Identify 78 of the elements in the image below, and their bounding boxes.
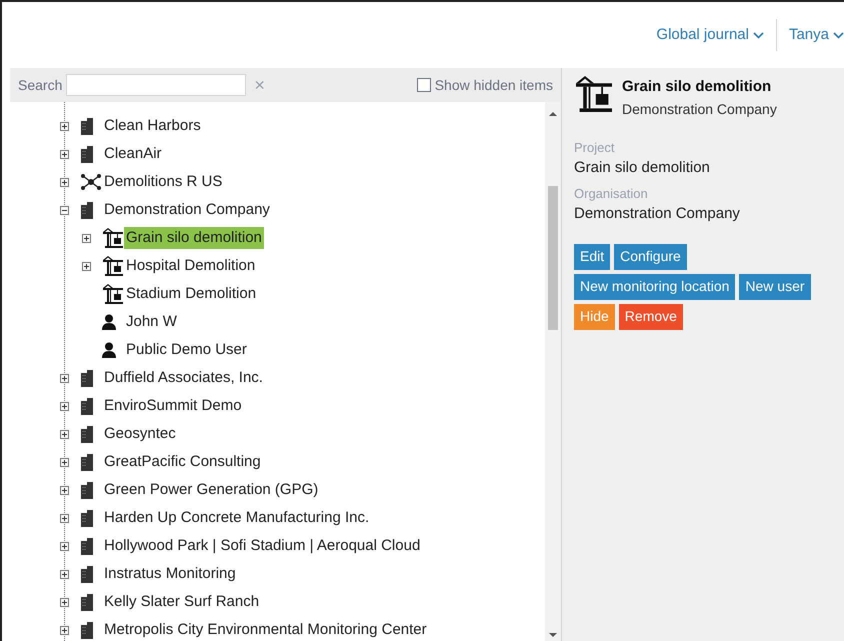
action-button[interactable]: New monitoring location [574, 274, 736, 300]
building-icon [80, 538, 94, 554]
tree-item[interactable]: GreatPacific Consulting [102, 451, 263, 473]
building-icon [80, 202, 94, 218]
tree-item[interactable]: Stadium Demolition [124, 283, 258, 305]
building-icon [80, 594, 94, 610]
building-icon [80, 482, 94, 498]
action-button[interactable]: New user [739, 274, 811, 300]
field-value: Demonstration Company [574, 204, 741, 224]
user-menu[interactable]: Tanya [776, 24, 844, 46]
expand-icon[interactable] [60, 570, 69, 578]
expand-icon[interactable] [82, 262, 91, 270]
crane-icon [102, 284, 124, 304]
user-icon [102, 342, 116, 358]
building-icon [80, 454, 94, 470]
action-button[interactable]: Remove [618, 304, 683, 330]
expand-icon[interactable] [60, 150, 69, 158]
scroll-up-icon[interactable] [549, 112, 557, 116]
collapse-icon[interactable] [60, 206, 69, 214]
scrollbar[interactable] [545, 102, 561, 641]
building-icon [80, 622, 94, 638]
show-hidden-checkbox[interactable] [416, 78, 431, 92]
chevron-down-icon [752, 32, 764, 38]
field-label: Project [574, 138, 616, 157]
tree-item[interactable]: Metropolis City Environmental Monitoring Center [102, 619, 429, 641]
chevron-down-icon [833, 32, 844, 38]
tree-item[interactable]: Geosyntec [102, 423, 178, 445]
tree-item[interactable]: Hospital Demolition [124, 255, 258, 277]
field-value: Grain silo demolition [574, 158, 711, 178]
crane-icon [574, 76, 614, 112]
expand-icon[interactable] [60, 598, 69, 606]
tree-item[interactable]: Grain silo demolition [124, 227, 264, 249]
tree-item[interactable]: Clean Harbors [102, 115, 203, 137]
expand-icon[interactable] [60, 374, 69, 382]
tree-item[interactable]: John W [124, 311, 179, 333]
expand-icon[interactable] [60, 486, 69, 494]
action-button[interactable]: Configure [614, 244, 687, 270]
building-icon [80, 510, 94, 526]
expand-icon[interactable] [60, 542, 69, 550]
crane-icon [102, 256, 124, 276]
building-icon [80, 370, 94, 386]
expand-icon[interactable] [60, 458, 69, 466]
tree-item[interactable]: Public Demo User [124, 339, 249, 361]
building-icon [80, 398, 94, 414]
show-hidden-label: Show hidden items [434, 76, 553, 94]
search-label: Search [18, 76, 62, 94]
building-icon [80, 146, 94, 162]
building-icon [80, 566, 94, 582]
user-icon [102, 314, 116, 330]
expand-icon[interactable] [60, 402, 69, 410]
tree-item[interactable]: Demolitions R US [102, 171, 224, 193]
expand-icon[interactable] [60, 430, 69, 438]
scrollbar-thumb[interactable] [548, 186, 558, 330]
network-icon [80, 174, 102, 190]
tree-item[interactable]: Hollywood Park | Sofi Stadium | Aeroqual Cloud [102, 535, 422, 557]
tree-item[interactable]: EnviroSummit Demo [102, 395, 244, 417]
tree-item[interactable]: CleanAir [102, 143, 164, 165]
tree-item[interactable]: Instratus Monitoring [102, 563, 238, 585]
scroll-down-icon[interactable] [549, 633, 557, 637]
expand-icon[interactable] [82, 234, 91, 242]
expand-icon[interactable] [60, 626, 69, 634]
action-button[interactable]: Edit [574, 244, 610, 270]
expand-icon[interactable] [60, 178, 69, 186]
details-title: Grain silo demolition [622, 77, 772, 97]
field-label: Organisation [574, 184, 649, 203]
building-icon [80, 118, 94, 134]
tree-item[interactable]: Harden Up Concrete Manufacturing Inc. [102, 507, 372, 529]
tree-item[interactable]: Demonstration Company [102, 199, 272, 221]
expand-icon[interactable] [60, 514, 69, 522]
tree-item[interactable]: Duffield Associates, Inc. [102, 367, 265, 389]
tree-item[interactable]: Green Power Generation (GPG) [102, 479, 320, 501]
crane-icon [102, 228, 124, 248]
details-subtitle: Demonstration Company [622, 100, 777, 119]
tree-item[interactable]: Kelly Slater Surf Ranch [102, 591, 262, 613]
building-icon [80, 426, 94, 442]
expand-icon[interactable] [60, 122, 69, 130]
journal-menu[interactable]: Global journal [644, 24, 776, 46]
search-field[interactable] [66, 74, 246, 96]
